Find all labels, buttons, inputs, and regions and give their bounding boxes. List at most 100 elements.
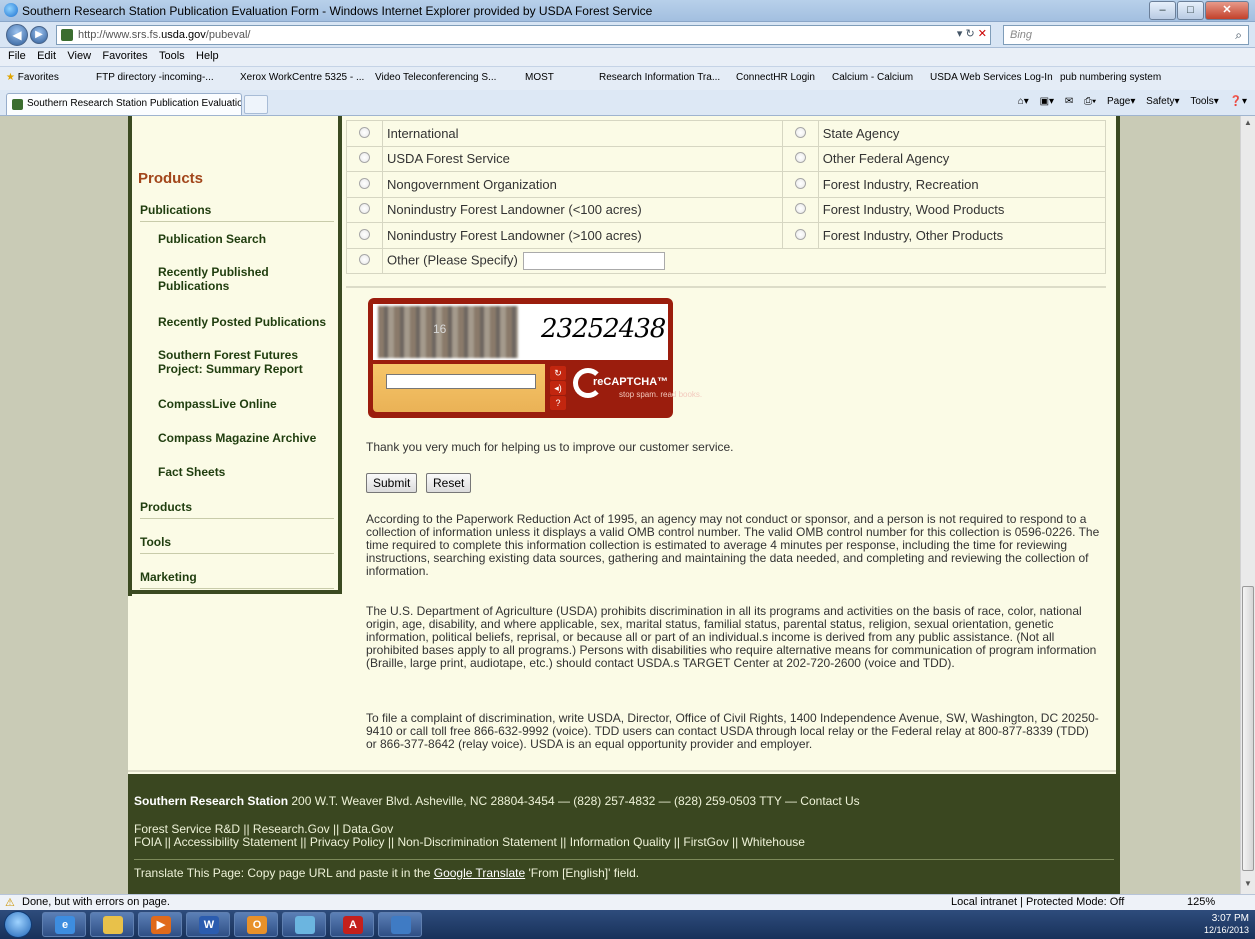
menu-edit[interactable]: Edit [37,50,56,62]
fav-usda-login[interactable]: USDA Web Services Log-In [930,72,1053,83]
refresh-icon[interactable]: ↻ [550,366,566,380]
star-icon: ★ [6,72,15,83]
option-row: International State Agency [346,120,1107,147]
google-translate-link[interactable]: Google Translate [434,866,525,880]
favorites-button[interactable]: ★ Favorites [6,72,59,83]
tab-active[interactable]: Southern Research Station Publication Ev… [6,93,242,115]
help-icon[interactable]: ❓▾ [1230,96,1247,107]
command-page[interactable]: Page [1107,96,1130,107]
taskbar-ie[interactable]: e [42,912,86,937]
option-label: USDA Forest Service [382,145,783,172]
menu-help[interactable]: Help [196,50,219,62]
address-field[interactable]: http://www.srs.fs.usda.gov/pubeval/ ▾ ↻ … [56,25,991,45]
security-zone[interactable]: Local intranet | Protected Mode: Off [951,896,1124,908]
scroll-thumb[interactable] [1242,586,1254,871]
help-icon[interactable]: ? [550,396,566,410]
fav-most[interactable]: MOST [525,72,554,83]
captcha-response-input[interactable] [386,374,536,389]
sidebar-item-recently-published[interactable]: Recently Published Publications [158,265,328,293]
menu-tools[interactable]: Tools [159,50,185,62]
taskbar-media[interactable]: ▶ [138,912,182,937]
option-label: Nongovernment Organization [382,171,783,198]
start-button[interactable] [4,911,32,938]
taskbar-app[interactable] [282,912,326,937]
reset-button[interactable]: Reset [426,473,472,493]
sidebar-item-fact-sheets[interactable]: Fact Sheets [158,465,328,479]
radio-usda-forest-service[interactable] [359,152,370,164]
radio-industry-recreation[interactable] [794,177,806,189]
sidebar-item-marketing[interactable]: Marketing [140,570,334,589]
sidebar-item-products[interactable]: Products [140,500,334,519]
minimize-button[interactable]: – [1149,1,1176,20]
tab-bar: Southern Research Station Publication Ev… [0,90,1255,116]
footer-links: Forest Service R&D || Research.Gov || Da… [134,823,805,849]
menu-favorites[interactable]: Favorites [102,50,147,62]
mail-icon[interactable]: ✉ [1065,96,1073,107]
fav-research-info[interactable]: Research Information Tra... [599,72,720,83]
window-titlebar: Southern Research Station Publication Ev… [0,0,1255,22]
fav-video[interactable]: Video Teleconferencing S... [375,72,496,83]
print-icon[interactable]: ⎙▾ [1084,96,1096,107]
radio-other-federal[interactable] [794,152,806,164]
maximize-button[interactable]: □ [1177,1,1204,20]
feeds-icon[interactable]: ▣▾ [1040,96,1054,107]
search-field[interactable]: Bing ⌕ [1003,25,1249,45]
captcha-image: 16 23252438 [373,304,668,360]
captcha-house-number [378,306,518,358]
fav-pub-numbering[interactable]: pub numbering system [1060,72,1161,83]
forward-button[interactable]: ▶ [30,26,48,44]
sidebar-item-forest-futures[interactable]: Southern Forest Futures Project: Summary… [158,348,328,376]
taskbar-explorer[interactable] [90,912,134,937]
radio-international[interactable] [359,126,370,138]
sidebar-item-tools[interactable]: Tools [140,535,334,554]
command-safety[interactable]: Safety [1146,96,1174,107]
sidebar-item-recently-posted[interactable]: Recently Posted Publications [158,315,328,329]
search-icon[interactable]: ⌕ [1235,28,1242,43]
radio-landowner-large[interactable] [359,228,370,240]
sidebar-item-compass-archive[interactable]: Compass Magazine Archive [158,431,328,445]
taskbar-app-2[interactable] [378,912,422,937]
radio-industry-other[interactable] [794,228,806,240]
submit-button[interactable]: Submit [366,473,418,493]
page-right-border [1116,116,1120,774]
radio-other[interactable] [359,254,370,266]
zoom-level[interactable]: 125% [1187,896,1215,908]
fav-connecthr[interactable]: ConnectHR Login [736,72,815,83]
sidebar-item-publication-search[interactable]: Publication Search [158,232,328,246]
audio-icon[interactable]: ◂) [550,381,566,395]
new-tab-button[interactable] [244,95,268,114]
ie-logo-icon [4,3,18,17]
scroll-up-icon[interactable]: ▲ [1242,118,1254,130]
footer-divider [134,859,1114,860]
sidebar-item-compasslive[interactable]: CompassLive Online [158,397,328,411]
home-icon[interactable]: ⌂▾ [1018,96,1029,107]
sidebar-item-publications[interactable]: Publications [140,203,334,222]
vertical-scrollbar[interactable]: ▲ ▼ [1240,116,1255,894]
footer-links-row-2[interactable]: FOIA || Accessibility Statement || Priva… [134,836,805,849]
radio-state-agency[interactable] [794,126,806,138]
close-window-button[interactable]: ✕ [1205,1,1249,20]
radio-landowner-small[interactable] [359,203,370,215]
acrobat-icon: A [343,916,363,934]
taskbar-acrobat[interactable]: A [330,912,374,937]
radio-industry-wood[interactable] [794,203,806,215]
fav-xerox[interactable]: Xerox WorkCentre 5325 - ... [240,72,364,83]
menu-view[interactable]: View [67,50,91,62]
other-specify-input[interactable] [523,251,666,270]
fav-ftp[interactable]: FTP directory -incoming-... [96,72,214,83]
taskbar-outlook[interactable]: O [234,912,278,937]
scroll-down-icon[interactable]: ▼ [1242,879,1254,891]
back-button[interactable]: ◀ [6,24,28,46]
menu-file[interactable]: File [8,50,26,62]
clock-time[interactable]: 3:07 PM [1212,913,1249,924]
fav-calcium[interactable]: Calcium - Calcium [832,72,913,83]
taskbar-word[interactable]: W [186,912,230,937]
divider [346,286,1106,288]
radio-nongovernment[interactable] [359,177,370,189]
refresh-stop-icons[interactable]: ▾ ↻ ✕ [957,27,987,40]
menu-bar: File Edit View Favorites Tools Help [0,48,1255,66]
command-tools[interactable]: Tools [1190,96,1213,107]
recaptcha-slogan: stop spam. read books. [619,390,703,399]
warning-icon[interactable]: ⚠ [5,896,15,909]
clock-date[interactable]: 12/16/2013 [1204,925,1249,935]
